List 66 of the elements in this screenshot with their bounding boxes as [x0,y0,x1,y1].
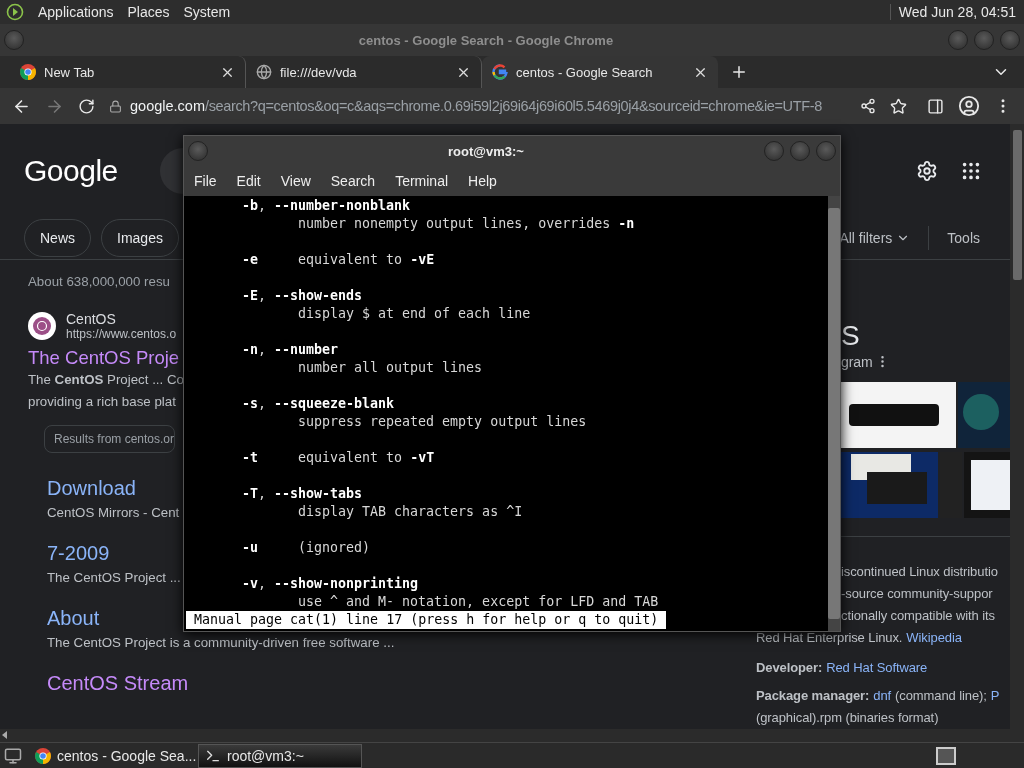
clock[interactable]: Wed Jun 28, 04:51 [889,4,1016,20]
menu-item[interactable]: Edit [236,173,261,189]
fact-link[interactable]: Wikipedia [906,626,962,649]
tools-button[interactable]: Tools [947,230,980,246]
sitelink[interactable]: 7-2009 [47,541,110,565]
terminal-line: -s, --squeeze-blank [241,395,396,413]
fact-text: Red Hat Enterprise Linux. [756,628,903,647]
terminal-line: -u (ignored) [241,539,372,557]
sitelink-snippet: CentOS Mirrors - Cent [47,503,180,522]
google-logo[interactable]: Google [24,153,160,188]
sitelink[interactable]: About [47,606,100,630]
panel-description: ctionally compatible with its [841,606,996,625]
sitelink-snippet: The CentOS Project ... [47,568,181,587]
terminal-line: -v, --show-nonprinting [241,575,420,593]
all-filters-button[interactable]: All filters [839,230,911,246]
tab-title: file:///dev/vda [280,64,358,80]
url-host: google.com [130,98,205,114]
fact-link[interactable]: P [990,684,1000,707]
menu-item[interactable]: Help [468,173,497,189]
site-name: CentOS [66,310,117,327]
terminal-line: suppress repeated empty output lines [297,413,588,431]
result-snippet: providing a rich base plat [28,392,176,411]
fact-label: Developer: [756,658,823,677]
tab-title: centos - Google Search [516,64,654,80]
panel-description: iscontinued Linux distributio [841,562,999,581]
fact-link[interactable]: dnf [873,684,892,707]
menu-item[interactable]: File [194,173,217,189]
terminal-line: -T, --show-tabs [241,485,364,503]
terminal-line: display $ at end of each line [297,305,532,323]
url-path: /search?q=centos&oq=c&aqs=chrome.0.69i59l2j69i64j69i60l5.5469j0j4&sourceid=chrome&ie=UTF-8 [204,98,822,114]
terminal-line: display TAB characters as ^I [297,503,524,521]
taskbar-button[interactable]: root@vm3:~ [198,743,362,768]
terminal-line: number nonempty output lines, overrides -n [297,215,636,233]
sitelink[interactable]: CentOS Stream [47,671,189,695]
fact-text: (command line); [895,686,987,705]
terminal-line: use ^ and M- notation, except for LFD and TAB [297,593,660,611]
site-url: https://www.centos.o [66,326,177,341]
panel-title: S [841,319,861,352]
panel-menu[interactable]: Places [127,4,170,20]
terminal-line: -e equivalent to -vE [241,251,436,269]
result-title-link[interactable]: The CentOS Proje [28,346,180,369]
terminal-line: -E, --show-ends [241,287,364,305]
pager-status: Manual page cat(1) line 17 (press h for help or q to quit) [186,611,667,629]
menu-item[interactable]: View [280,173,311,189]
result-snippet: The CentOS Project ... Co [28,370,184,389]
sitelink-snippet: The CentOS Project is a community-driven free software ... [47,633,395,652]
panel-menu[interactable]: Applications [38,4,114,20]
panel-menu[interactable]: System [183,4,231,20]
terminal-line: -b, --number-nonblank [241,197,412,215]
result-count: About 638,000,000 resu [28,273,170,289]
window-title: root@vm3:~ [447,143,525,159]
sitelink[interactable]: Download [47,476,136,500]
window-title: centos - Google Search - Google Chrome [357,32,615,48]
terminal-line: -n, --number [241,341,340,359]
fact-label: Package manager: [756,686,870,705]
more-results-button[interactable]: Results from centos.or [44,424,176,453]
fact-text: (graphical).rpm (binaries format) [756,708,939,727]
panel-subtitle: gram [841,353,873,370]
fact-link[interactable]: Red Hat Software [826,656,928,679]
panel-description: -source community-suppor [841,584,994,603]
terminal-line: number all output lines [297,359,484,377]
browser-tab[interactable]: centos - Google Search [482,56,718,88]
tab-title: New Tab [44,64,96,80]
menu-item[interactable]: Terminal [395,173,449,189]
terminal-line: -t equivalent to -vT [241,449,436,467]
menu-item[interactable]: Search [330,173,376,189]
